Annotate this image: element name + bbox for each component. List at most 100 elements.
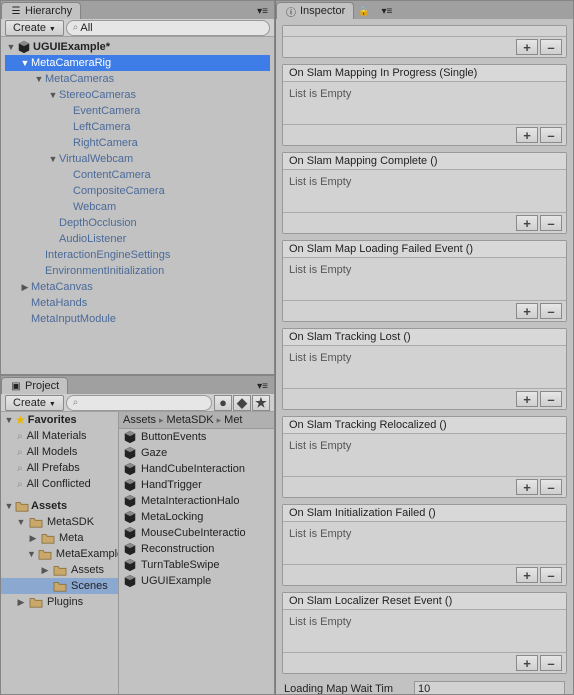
expand-icon[interactable]: ▼ [47,154,59,164]
breadcrumb-item[interactable]: MetaSDK [167,414,214,426]
expand-icon[interactable]: ▼ [33,74,45,84]
create-button[interactable]: Create ▼ [5,20,64,36]
event-footer: +– [283,388,566,409]
expand-icon[interactable]: ▼ [3,501,15,511]
add-button[interactable]: + [516,215,538,231]
folder-item[interactable]: ▼MetaExample [1,546,118,562]
tree-item[interactable]: EnvironmentInitialization [5,263,270,279]
tree-item[interactable]: Webcam [5,199,270,215]
add-button[interactable]: + [516,479,538,495]
favorite-item[interactable]: ⌕All Prefabs [1,460,118,476]
tree-label: MetaCameras [45,73,114,85]
tree-item[interactable]: ▼MetaCameraRig [5,55,270,71]
remove-button[interactable]: – [540,479,562,495]
inspector-tab[interactable]: ⓘ Inspector [276,2,354,19]
create-button[interactable]: Create ▼ [5,395,64,411]
asset-item[interactable]: ButtonEvents [119,429,274,445]
event-title: On Slam Map Loading Failed Event () [283,241,566,258]
folder-item[interactable]: Scenes [1,578,118,594]
asset-item[interactable]: HandTrigger [119,477,274,493]
expand-icon[interactable]: ▼ [15,517,27,527]
remove-button[interactable]: – [540,215,562,231]
remove-button[interactable]: – [540,391,562,407]
filter-button[interactable]: ● [214,395,232,411]
event-block: + – [282,25,567,58]
add-button[interactable]: + [516,655,538,671]
expand-icon[interactable]: ▼ [19,58,31,68]
folder-item[interactable]: ▼MetaSDK [1,514,118,530]
tree-item[interactable]: ▼VirtualWebcam [5,151,270,167]
filter-button[interactable]: ◆ [233,395,251,411]
scene-root[interactable]: ▼ UGUIExample* [5,39,270,55]
asset-item[interactable]: Reconstruction [119,541,274,557]
hierarchy-tab[interactable]: ☰ Hierarchy [1,2,81,19]
asset-item[interactable]: TurnTableSwipe [119,557,274,573]
tree-item[interactable]: DepthOcclusion [5,215,270,231]
favorite-item[interactable]: ⌕All Models [1,444,118,460]
expand-icon[interactable]: ▼ [27,549,36,559]
remove-button[interactable]: – [540,303,562,319]
favorite-item[interactable]: ⌕All Conflicted [1,476,118,492]
project-body: ▼ ★ Favorites ⌕All Materials⌕All Models⌕… [1,412,274,694]
add-button[interactable]: + [516,303,538,319]
expand-icon[interactable]: ▶ [39,565,51,576]
add-button[interactable]: + [516,567,538,583]
tree-item[interactable]: MetaHands [5,295,270,311]
tree-item[interactable]: CompositeCamera [5,183,270,199]
asset-item[interactable]: HandCubeInteraction [119,461,274,477]
asset-item[interactable]: MetaLocking [119,509,274,525]
loading-map-input[interactable] [414,681,565,695]
filter-button[interactable]: ★ [252,395,270,411]
add-button[interactable]: + [516,39,538,55]
event-title: On Slam Mapping In Progress (Single) [283,65,566,82]
tree-item[interactable]: ▶MetaCanvas [5,279,270,295]
breadcrumb-item[interactable]: Assets [123,414,156,426]
remove-button[interactable]: – [540,655,562,671]
assets-header[interactable]: ▼Assets [1,498,118,514]
asset-item[interactable]: MouseCubeInteractio [119,525,274,541]
expand-icon[interactable]: ▶ [19,282,31,293]
add-button[interactable]: + [516,127,538,143]
expand-icon[interactable]: ▶ [27,533,39,544]
tree-item[interactable]: InteractionEngineSettings [5,247,270,263]
project-tab[interactable]: ▣ Project [1,377,68,394]
asset-item[interactable]: UGUIExample [119,573,274,589]
tree-item[interactable]: ▼MetaCameras [5,71,270,87]
asset-item[interactable]: Gaze [119,445,274,461]
project-search-input[interactable] [80,397,205,409]
expand-icon[interactable]: ▶ [15,597,27,608]
folder-item[interactable]: ▶Assets [1,562,118,578]
tree-item[interactable]: LeftCamera [5,119,270,135]
search-icon: ⌕ [73,397,79,408]
expand-icon[interactable]: ▼ [5,42,17,52]
unity-icon [123,478,137,492]
event-block: On Slam Mapping In Progress (Single)List… [282,64,567,146]
expand-icon[interactable]: ▼ [47,90,59,100]
tree-item[interactable]: RightCamera [5,135,270,151]
favorite-item[interactable]: ⌕All Materials [1,428,118,444]
folder-item[interactable]: ▶Plugins [1,594,118,610]
hierarchy-menu-icon[interactable]: ▾≡ [251,4,274,19]
lock-icon[interactable]: 🔒 [354,4,373,19]
tree-item[interactable]: ContentCamera [5,167,270,183]
project-search[interactable]: ⌕ [66,395,212,411]
remove-button[interactable]: – [540,567,562,583]
remove-button[interactable]: – [540,39,562,55]
asset-item[interactable]: MetaInteractionHalo [119,493,274,509]
tree-item[interactable]: EventCamera [5,103,270,119]
tree-item[interactable]: AudioListener [5,231,270,247]
hierarchy-search[interactable]: ⌕ [66,20,270,36]
add-button[interactable]: + [516,391,538,407]
remove-button[interactable]: – [540,127,562,143]
project-menu-icon[interactable]: ▾≡ [251,379,274,394]
hierarchy-search-input[interactable] [80,22,263,34]
expand-icon[interactable]: ▼ [3,415,15,425]
breadcrumb-item[interactable]: Met [224,414,242,426]
folder-item[interactable]: ▶Meta [1,530,118,546]
project-icon: ▣ [10,380,22,392]
tree-item[interactable]: ▼StereoCameras [5,87,270,103]
inspector-menu-icon[interactable]: ▾≡ [375,4,398,19]
favorites-header[interactable]: ▼ ★ Favorites [1,412,118,428]
folder-icon [53,580,67,592]
tree-item[interactable]: MetaInputModule [5,311,270,327]
